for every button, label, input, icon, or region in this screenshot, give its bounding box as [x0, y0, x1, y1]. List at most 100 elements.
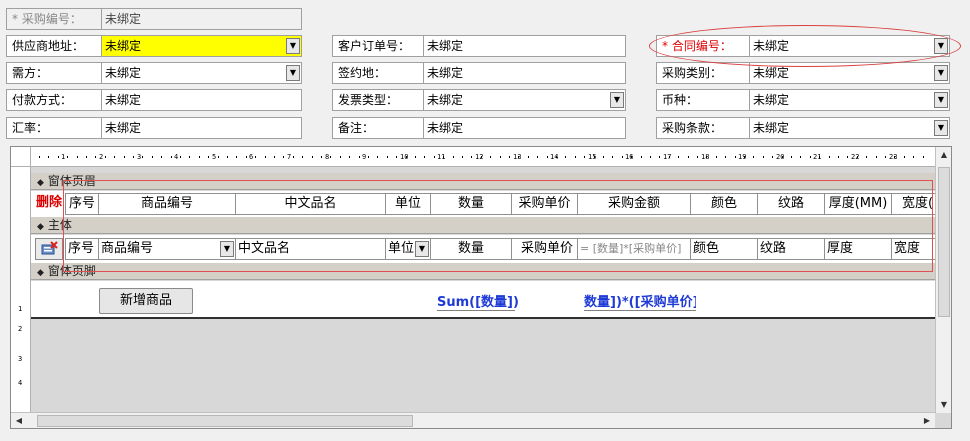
ruler-tick	[434, 156, 435, 158]
payment-field[interactable]: 未绑定	[101, 89, 302, 111]
chevron-down-icon[interactable]: ▼	[610, 92, 624, 108]
supplier-value: 未绑定	[105, 39, 142, 53]
ruler-h-label: 10	[400, 153, 409, 161]
currency-combo[interactable]: 未绑定 ▼	[749, 89, 950, 111]
customer-order-field[interactable]: 未绑定	[423, 35, 626, 57]
ruler-tick	[312, 156, 313, 158]
color-textbox[interactable]: 颜色	[690, 238, 758, 260]
ruler-tick	[227, 156, 228, 158]
ruler-tick	[866, 156, 867, 158]
section-detail[interactable]: ◆ 主体	[31, 217, 935, 234]
chevron-down-icon[interactable]: ▼	[286, 38, 300, 54]
chevron-down-icon[interactable]: ▼	[934, 38, 948, 54]
grain-textbox[interactable]: 纹路	[757, 238, 825, 260]
ruler-tick	[387, 156, 388, 158]
col-thickness-header: 厚度(MM)	[824, 193, 892, 215]
ruler-tick	[772, 156, 773, 158]
invoice-type-combo[interactable]: 未绑定 ▼	[423, 89, 626, 111]
chevron-down-icon[interactable]: ▼	[220, 241, 234, 257]
ruler-tick	[556, 156, 557, 158]
form-footer-band: 新增商品 Sum([数量]) 数量])*([采购单价])	[31, 281, 935, 319]
invoice-type-label: 发票类型：	[332, 89, 424, 111]
ruler-tick	[462, 156, 463, 158]
section-form-footer[interactable]: ◆ 窗体页脚	[31, 263, 935, 280]
seq-textbox[interactable]: 序号	[65, 238, 99, 260]
ruler-tick	[48, 156, 49, 158]
scroll-right-icon[interactable]: ▶	[919, 413, 935, 428]
ruler-tick	[800, 156, 801, 158]
ruler-tick	[490, 156, 491, 158]
col-width-header: 宽度(	[891, 193, 935, 215]
ruler-tick	[537, 156, 538, 158]
ruler-tick	[509, 156, 510, 158]
code-combobox-text: 商品编号	[101, 241, 154, 256]
purchase-type-label: 采购类别：	[656, 62, 750, 84]
ruler-tick	[838, 156, 839, 158]
chevron-down-icon[interactable]: ▼	[934, 92, 948, 108]
amount-sum-expression[interactable]: 数量])*([采购单价])	[584, 291, 696, 311]
remark-field[interactable]: 未绑定	[423, 117, 626, 139]
chevron-down-icon[interactable]: ▼	[286, 65, 300, 81]
ruler-tick	[396, 156, 397, 158]
section-form-header[interactable]: ◆ 窗体页眉	[31, 173, 935, 190]
supplier-combo[interactable]: 未绑定 ▼	[101, 35, 302, 57]
ruler-tick	[105, 156, 106, 158]
code-combobox[interactable]: 商品编号 ▼	[98, 238, 236, 260]
sign-place-field[interactable]: 未绑定	[423, 62, 626, 84]
ruler-tick	[368, 156, 369, 158]
chevron-down-icon[interactable]: ▼	[934, 65, 948, 81]
ruler-tick	[904, 156, 905, 158]
currency-value: 未绑定	[753, 93, 790, 107]
ruler-tick	[913, 156, 914, 158]
add-product-button[interactable]: 新增商品	[99, 288, 193, 314]
ruler-tick	[518, 156, 519, 158]
delete-row-button[interactable]	[35, 238, 63, 260]
ruler-tick	[565, 156, 566, 158]
demander-combo[interactable]: 未绑定 ▼	[101, 62, 302, 84]
col-color-header: 颜色	[690, 193, 758, 215]
ruler-tick	[293, 156, 294, 158]
unit-combobox[interactable]: 单位 ▼	[385, 238, 431, 260]
sum-qty-expression[interactable]: Sum([数量])	[437, 291, 519, 311]
ruler-tick	[876, 156, 877, 158]
scroll-left-icon[interactable]: ◀	[11, 413, 27, 428]
ruler-tick	[744, 156, 745, 158]
ruler-v-label: 1	[18, 305, 23, 313]
ruler-tick	[359, 156, 360, 158]
scroll-down-icon[interactable]: ▼	[936, 397, 951, 413]
scroll-up-icon[interactable]: ▲	[936, 147, 951, 163]
ruler-tick	[669, 156, 670, 158]
ruler-tick	[265, 156, 266, 158]
purchase-no-field[interactable]: 未绑定	[101, 8, 302, 30]
terms-combo[interactable]: 未绑定 ▼	[749, 117, 950, 139]
ruler-h-label: 4	[174, 153, 179, 161]
width-textbox[interactable]: 宽度	[891, 238, 935, 260]
ruler-tick	[810, 156, 811, 158]
purchase-type-combo[interactable]: 未绑定 ▼	[749, 62, 950, 84]
thickness-textbox[interactable]: 厚度	[824, 238, 892, 260]
rate-label: 汇率：	[6, 117, 102, 139]
form-designer: 1234567891011121314151617181920212223 12…	[10, 146, 952, 429]
amount-calc-textbox[interactable]: = [数量]*[采购单价]	[577, 238, 691, 260]
ruler-tick	[246, 156, 247, 158]
vertical-scrollbar[interactable]: ▲ ▼	[935, 147, 951, 413]
horizontal-scrollbar[interactable]: ◀ ▶	[11, 412, 935, 428]
ruler-tick	[782, 156, 783, 158]
chevron-down-icon[interactable]: ▼	[415, 241, 429, 257]
detail-band: 序号 商品编号 ▼ 中文品名 单位 ▼ 数量 采购单价 = [数量]*[采购单价] …	[31, 235, 935, 263]
section-arrow-icon: ◆	[37, 222, 44, 232]
ruler-tick	[706, 156, 707, 158]
ruler-tick	[415, 156, 416, 158]
qty-textbox[interactable]: 数量	[430, 238, 512, 260]
price-textbox[interactable]: 采购单价	[511, 238, 578, 260]
ruler-tick	[274, 156, 275, 158]
ruler-tick	[923, 156, 924, 158]
name-textbox[interactable]: 中文品名	[235, 238, 386, 260]
ruler-tick	[650, 156, 651, 158]
vertical-ruler: 1 2 3 4	[11, 167, 31, 415]
chevron-down-icon[interactable]: ▼	[934, 120, 948, 136]
horizontal-scroll-thumb[interactable]	[37, 415, 413, 427]
rate-field[interactable]: 未绑定	[101, 117, 302, 139]
vertical-scroll-thumb[interactable]	[938, 167, 950, 317]
contract-no-combo[interactable]: 未绑定 ▼	[749, 35, 950, 57]
